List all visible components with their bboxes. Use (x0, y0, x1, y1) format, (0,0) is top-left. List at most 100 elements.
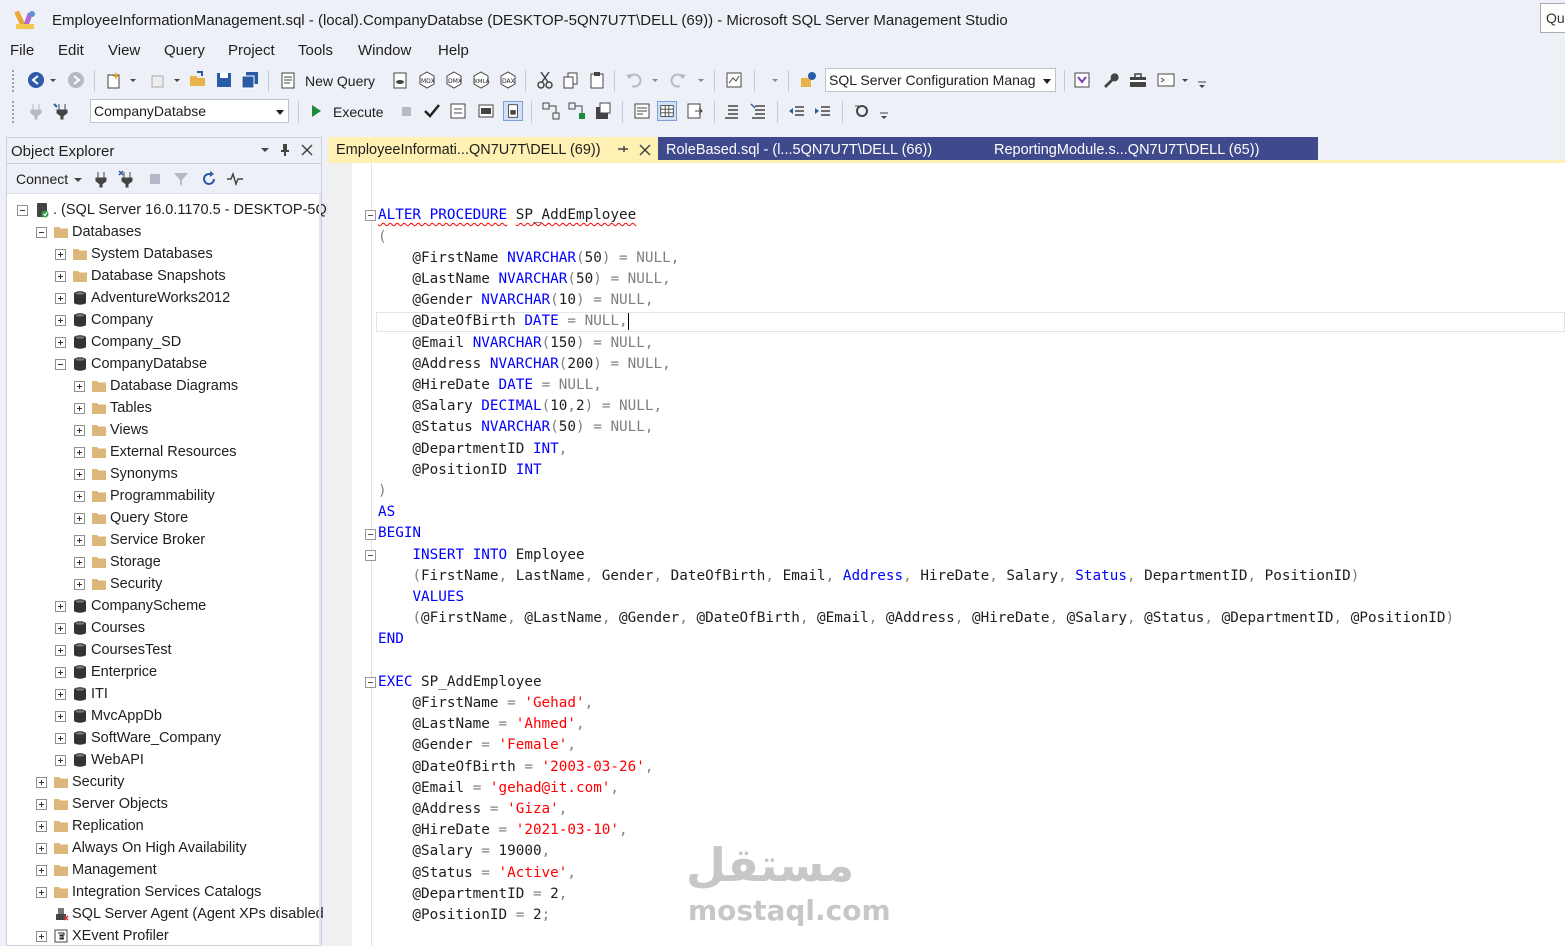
tree-node[interactable]: Enterprice (7, 662, 319, 684)
tree-node[interactable]: Company (7, 310, 319, 332)
window-position-dropdown-icon[interactable] (257, 142, 273, 158)
tree-node[interactable]: SoftWare_Company (7, 728, 319, 750)
chevron-down-icon[interactable] (128, 70, 138, 90)
toolbar-grip[interactable] (12, 70, 16, 92)
tree-node[interactable]: Databases (7, 222, 319, 244)
expand-icon[interactable] (74, 425, 85, 436)
chevron-down-icon[interactable] (172, 70, 182, 90)
tree-node[interactable]: Storage (7, 552, 319, 574)
tree-node[interactable]: Database Diagrams (7, 376, 319, 398)
expand-icon[interactable] (55, 293, 66, 304)
expand-icon[interactable] (55, 337, 66, 348)
code-line[interactable]: @Salary = 19000, (378, 841, 550, 862)
copy-icon[interactable] (561, 70, 581, 90)
execute-icon[interactable] (306, 101, 326, 121)
display-estimated-plan-icon[interactable] (448, 101, 468, 121)
code-line[interactable]: @Email = 'gehad@it.com', (378, 778, 619, 799)
paste-icon[interactable] (587, 70, 607, 90)
expand-icon[interactable] (74, 469, 85, 480)
collapse-exec-icon[interactable] (365, 677, 376, 688)
code-line[interactable]: @Salary DECIMAL(10,2) = NULL, (378, 396, 662, 417)
results-to-grid-icon[interactable] (657, 101, 677, 121)
chevron-down-icon[interactable] (696, 70, 706, 90)
tree-node[interactable]: Query Store (7, 508, 319, 530)
wrench-icon[interactable] (1100, 70, 1120, 90)
toolbar-grip[interactable] (12, 101, 16, 123)
expand-icon[interactable] (74, 403, 85, 414)
results-to-text-icon[interactable] (632, 101, 652, 121)
database-engine-query-icon[interactable] (390, 70, 410, 90)
chevron-down-icon[interactable] (1180, 70, 1190, 90)
save-icon[interactable] (214, 70, 234, 90)
disconnect-icon[interactable] (117, 169, 137, 189)
collapse-icon[interactable] (17, 205, 28, 216)
save-all-icon[interactable] (240, 70, 260, 90)
code-line[interactable]: @LastName = 'Ahmed', (378, 714, 584, 735)
new-query-button[interactable]: New Query (305, 73, 375, 89)
tree-node[interactable]: Management (7, 860, 319, 882)
expand-icon[interactable] (36, 821, 47, 832)
tree-node[interactable]: XEvent Profiler (7, 926, 319, 946)
object-explorer-scrollbar[interactable] (319, 194, 321, 946)
stop-icon[interactable] (396, 101, 416, 121)
expand-icon[interactable] (36, 777, 47, 788)
collapse-procedure-icon[interactable] (365, 210, 376, 221)
visual-studio-icon[interactable] (1072, 70, 1092, 90)
code-line[interactable]: @Address NVARCHAR(200) = NULL, (378, 354, 670, 375)
expand-icon[interactable] (74, 513, 85, 524)
expand-icon[interactable] (74, 557, 85, 568)
menu-help[interactable]: Help (438, 42, 469, 59)
tree-node[interactable]: Company_SD (7, 332, 319, 354)
specify-template-values-icon[interactable] (852, 101, 872, 121)
redo-icon[interactable] (668, 70, 688, 90)
collapse-insert-icon[interactable] (365, 550, 376, 561)
chevron-down-icon[interactable] (770, 70, 780, 90)
code-line[interactable]: ) (378, 481, 387, 502)
code-line[interactable]: @DateOfBirth = '2003-03-26', (378, 757, 653, 778)
tree-node[interactable]: External Resources (7, 442, 319, 464)
menu-edit[interactable]: Edit (58, 42, 84, 59)
code-line[interactable]: (@FirstName, @LastName, @Gender, @DateOf… (378, 608, 1454, 629)
tree-node[interactable]: CompanyScheme (7, 596, 319, 618)
tree-node[interactable]: Synonyms (7, 464, 319, 486)
connect-icon[interactable] (26, 101, 46, 121)
expand-icon[interactable] (55, 315, 66, 326)
menu-query[interactable]: Query (164, 42, 205, 59)
code-line[interactable]: @DateOfBirth DATE = NULL, (378, 311, 629, 332)
tree-node[interactable]: Database Snapshots (7, 266, 319, 288)
chevron-down-icon[interactable] (650, 70, 660, 90)
connect-object-explorer-icon[interactable] (91, 169, 111, 189)
change-connection-icon[interactable] (52, 101, 72, 121)
code-line[interactable]: @Gender = 'Female', (378, 735, 576, 756)
tree-node[interactable]: Security (7, 574, 319, 596)
expand-icon[interactable] (74, 447, 85, 458)
code-line[interactable]: ( (378, 227, 387, 248)
close-icon[interactable] (299, 142, 315, 158)
filter-icon[interactable] (171, 169, 191, 189)
comment-lines-icon[interactable] (722, 101, 742, 121)
activity-monitor-icon[interactable] (724, 70, 744, 90)
expand-icon[interactable] (55, 249, 66, 260)
configuration-manager-icon[interactable] (798, 70, 818, 90)
intellisense-icon[interactable] (503, 101, 523, 121)
tree-node[interactable]: WebAPI (7, 750, 319, 772)
cut-icon[interactable] (535, 70, 555, 90)
code-line[interactable]: @HireDate DATE = NULL, (378, 375, 601, 396)
increase-indent-icon[interactable] (813, 101, 833, 121)
code-line[interactable]: @DepartmentID INT, (378, 439, 567, 460)
quick-launch-input[interactable]: Qu (1540, 3, 1565, 33)
tree-node[interactable]: Security (7, 772, 319, 794)
expand-icon[interactable] (55, 711, 66, 722)
results-to-file-icon[interactable] (685, 101, 705, 121)
expand-icon[interactable] (55, 623, 66, 634)
query-options-icon[interactable] (476, 101, 496, 121)
expand-icon[interactable] (36, 865, 47, 876)
uncomment-lines-icon[interactable] (749, 101, 769, 121)
tree-node[interactable]: Service Broker (7, 530, 319, 552)
pin-icon[interactable] (277, 142, 293, 158)
code-line[interactable]: @DepartmentID = 2, (378, 884, 567, 905)
code-line[interactable]: @Gender NVARCHAR(10) = NULL, (378, 290, 653, 311)
tree-node[interactable]: Programmability (7, 486, 319, 508)
toolbox-icon[interactable] (1128, 70, 1148, 90)
sql-editor[interactable]: ALTER PROCEDURE SP_AddEmployee ( @FirstNa… (328, 163, 1565, 946)
